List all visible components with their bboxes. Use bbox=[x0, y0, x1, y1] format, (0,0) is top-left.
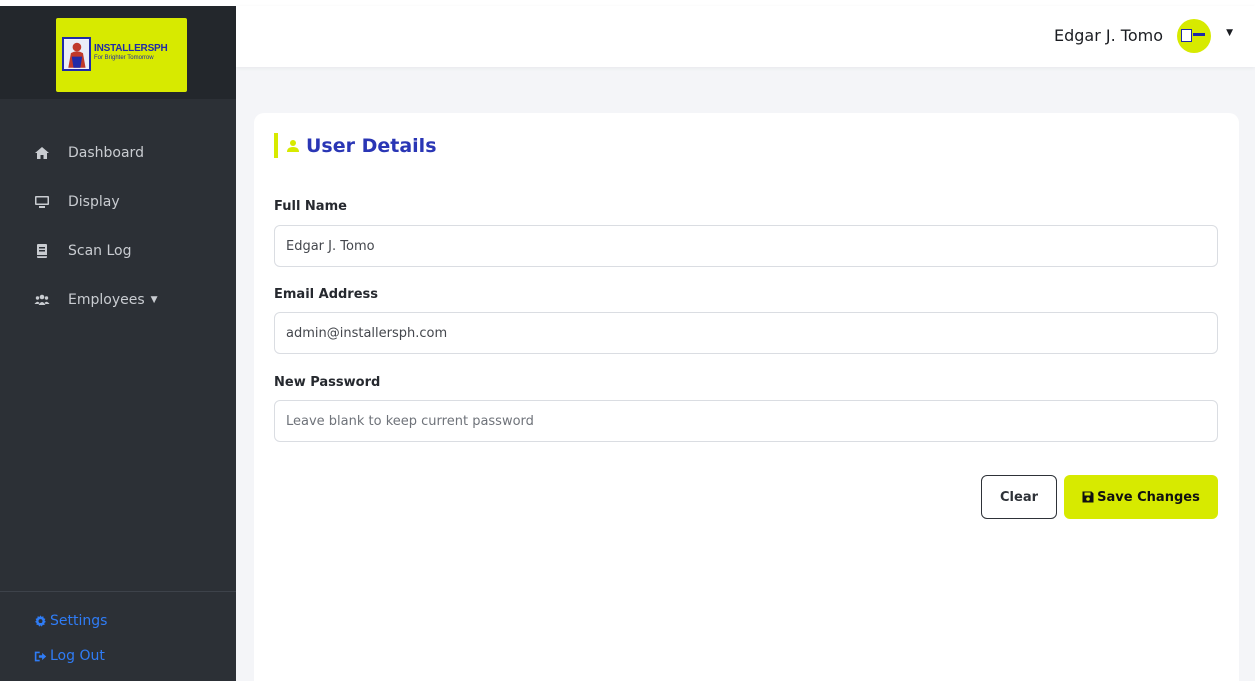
settings-label: Settings bbox=[50, 613, 108, 629]
avatar[interactable] bbox=[1177, 19, 1211, 53]
sidebar-item-label: Dashboard bbox=[68, 144, 144, 161]
sidebar: INSTALLERSPH For Brighter Tomorrow Dashb… bbox=[0, 6, 236, 681]
logout-label: Log Out bbox=[50, 648, 105, 664]
brand-area: INSTALLERSPH For Brighter Tomorrow bbox=[0, 6, 236, 99]
avatar-logo-text-bar bbox=[1193, 33, 1205, 36]
password-label: New Password bbox=[274, 375, 381, 390]
caret-down-icon: ▼ bbox=[150, 294, 158, 305]
logo-figure-icon bbox=[62, 37, 91, 71]
user-icon bbox=[286, 139, 300, 153]
page-title: User Details bbox=[306, 134, 437, 157]
user-menu-caret-icon[interactable]: ▼ bbox=[1226, 28, 1233, 38]
floppy-disk-icon bbox=[1082, 491, 1094, 503]
save-changes-label: Save Changes bbox=[1097, 489, 1200, 505]
app-frame: INSTALLERSPH For Brighter Tomorrow Dashb… bbox=[0, 6, 1255, 681]
company-logo[interactable]: INSTALLERSPH For Brighter Tomorrow bbox=[56, 18, 187, 92]
email-field[interactable] bbox=[274, 312, 1218, 354]
settings-link[interactable]: Settings bbox=[34, 613, 107, 629]
clear-button[interactable]: Clear bbox=[981, 475, 1057, 519]
user-name[interactable]: Edgar J. Tomo bbox=[1054, 26, 1163, 45]
password-field[interactable] bbox=[274, 400, 1218, 442]
gear-icon bbox=[35, 614, 46, 627]
full-name-label: Full Name bbox=[274, 199, 347, 214]
sidebar-item-dashboard[interactable]: Dashboard bbox=[0, 128, 236, 177]
book-icon bbox=[34, 243, 50, 259]
sidebar-item-scan-log[interactable]: Scan Log bbox=[0, 226, 236, 275]
home-icon bbox=[34, 145, 50, 161]
save-changes-button[interactable]: Save Changes bbox=[1064, 475, 1218, 519]
title-accent-bar bbox=[274, 133, 278, 158]
sidebar-item-employees[interactable]: Employees ▼ bbox=[0, 275, 236, 324]
full-name-field[interactable] bbox=[274, 225, 1218, 267]
email-label: Email Address bbox=[274, 287, 379, 302]
sign-out-icon bbox=[34, 651, 47, 661]
sidebar-divider bbox=[0, 591, 236, 592]
sidebar-item-label: Scan Log bbox=[68, 242, 132, 259]
monitor-icon bbox=[34, 194, 50, 210]
top-header: Edgar J. Tomo ▼ bbox=[236, 6, 1255, 67]
logout-link[interactable]: Log Out bbox=[34, 648, 105, 664]
sidebar-item-label: Display bbox=[68, 193, 120, 210]
users-icon bbox=[34, 292, 50, 308]
user-details-card: User Details Full Name Email Address New… bbox=[254, 113, 1239, 681]
avatar-logo-icon bbox=[1181, 29, 1192, 42]
sidebar-item-label: Employees bbox=[68, 291, 145, 308]
sidebar-item-display[interactable]: Display bbox=[0, 177, 236, 226]
sidebar-nav: Dashboard Display Scan Log Employees ▼ bbox=[0, 128, 236, 324]
logo-title: INSTALLERSPH bbox=[94, 43, 168, 54]
card-title: User Details bbox=[274, 133, 437, 158]
logo-subtitle: For Brighter Tomorrow bbox=[94, 55, 154, 61]
